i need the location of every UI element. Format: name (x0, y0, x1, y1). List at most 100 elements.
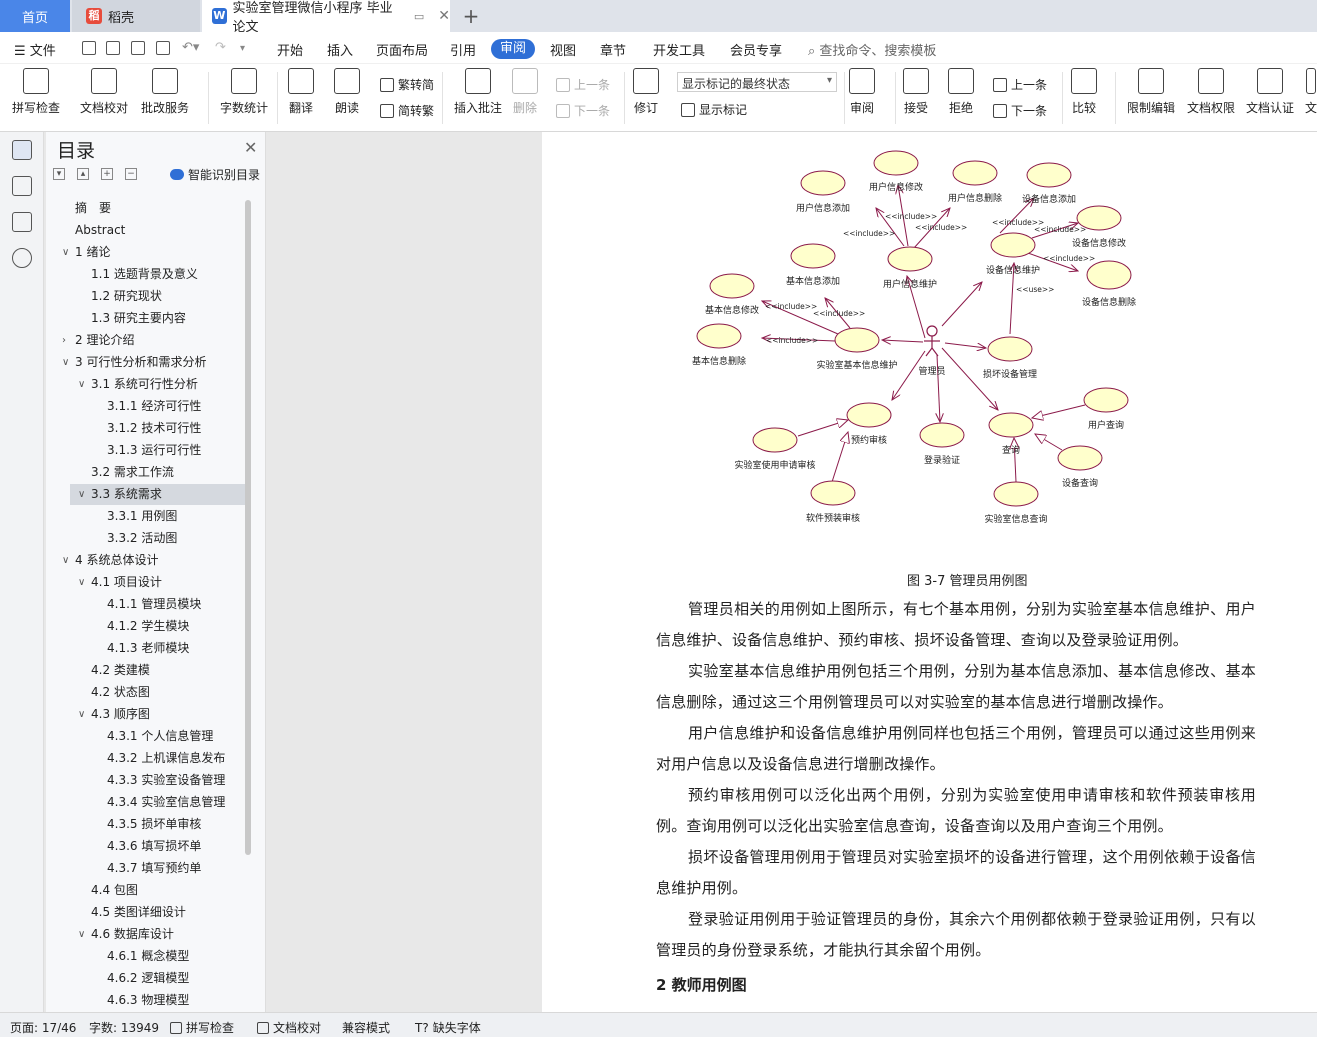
next-comment-button[interactable]: 下一条 (556, 102, 610, 119)
chevron-down-icon[interactable]: ∨ (78, 484, 88, 505)
toc-item[interactable]: ∨ 3.3 系统需求 (70, 484, 245, 505)
menu-member[interactable]: 会员专享 (730, 40, 782, 59)
toc-item[interactable]: 3.1.2 技术可行性 (46, 418, 245, 439)
toc-item[interactable]: 3.3.2 活动图 (46, 528, 245, 549)
toc-item[interactable]: 3.3.1 用例图 (46, 506, 245, 527)
spell-check-button[interactable]: 拼写检查 (12, 68, 60, 116)
command-search[interactable]: ⌕ 查找命令、搜索模板 (808, 40, 936, 59)
track-changes-button[interactable]: 修订 (633, 68, 659, 116)
remove-heading-icon[interactable]: − (125, 168, 137, 180)
toc-item[interactable]: ∨ 3 可行性分析和需求分析 (46, 352, 245, 373)
toc-item[interactable]: 4.2 类建模 (46, 660, 245, 681)
translate-button[interactable]: 翻译 (288, 68, 314, 116)
proofread-button[interactable]: 文档校对 (80, 68, 128, 116)
toc-item[interactable]: 3.2 需求工作流 (46, 462, 245, 483)
toc-item[interactable]: 4.6.3 物理模型 (46, 990, 245, 1011)
show-markup-button[interactable]: 显示标记 (681, 101, 747, 118)
menu-dev-tools[interactable]: 开发工具 (653, 40, 705, 59)
tab-home[interactable]: 首页 (0, 0, 70, 32)
close-icon[interactable]: ✕ (244, 138, 257, 157)
toc-item[interactable]: 4.3.2 上机课信息发布 (46, 748, 245, 769)
search-icon[interactable] (12, 248, 32, 268)
toc-item[interactable]: 4.2 状态图 (46, 682, 245, 703)
outline-icon[interactable] (12, 140, 32, 160)
menu-insert[interactable]: 插入 (327, 40, 353, 59)
toc-item[interactable]: ∨ 4.6 数据库设计 (46, 924, 245, 945)
toc-item[interactable]: 摘 要 (46, 198, 245, 219)
redo-icon[interactable]: ↷ (215, 40, 226, 55)
toc-item[interactable]: 4.1.3 老师模块 (46, 638, 245, 659)
undo-icon[interactable]: ↶▾ (182, 40, 199, 55)
menu-start[interactable]: 开始 (277, 40, 303, 59)
toc-item[interactable]: 3.1.3 运行可行性 (46, 440, 245, 461)
toc-item[interactable]: 4.3.1 个人信息管理 (46, 726, 245, 747)
toc-item[interactable]: ∨ 3.1 系统可行性分析 (46, 374, 245, 395)
tab-docer[interactable]: 稻 稻壳 (72, 0, 200, 32)
word-count[interactable]: 字数: 13949 (89, 1019, 159, 1036)
toc-item[interactable]: 4.1.1 管理员模块 (46, 594, 245, 615)
compare-button[interactable]: 比较 (1071, 68, 1097, 116)
chevron-down-icon[interactable]: ∨ (62, 550, 72, 571)
toc-item[interactable]: 4.6.2 逻辑模型 (46, 968, 245, 989)
chevron-down-icon[interactable]: ∨ (78, 924, 88, 945)
prev-change-button[interactable]: 上一条 (993, 76, 1047, 93)
menu-review[interactable]: 审阅 (491, 39, 535, 59)
toc-item[interactable]: ∨ 4.3 顺序图 (46, 704, 245, 725)
tab-document[interactable]: W 实验室管理微信小程序 毕业论文 ▭ ✕ (202, 0, 450, 35)
chapter-nav-icon[interactable] (12, 176, 32, 196)
chevron-down-icon[interactable]: ∨ (78, 704, 88, 725)
prev-comment-button[interactable]: 上一条 (556, 76, 610, 93)
word-count-button[interactable]: 字数统计 (220, 68, 268, 116)
toc-item[interactable]: Abstract (46, 220, 245, 241)
toc-item[interactable]: 1.3 研究主要内容 (46, 308, 245, 329)
read-aloud-button[interactable]: 朗读 (334, 68, 360, 116)
more-ribbon-button[interactable]: 文 (1305, 68, 1317, 116)
outline-scrollbar[interactable] (245, 200, 251, 855)
insert-comment-button[interactable]: 插入批注 (454, 68, 502, 116)
format-painter-icon[interactable] (106, 41, 120, 55)
monitor-icon[interactable]: ▭ (414, 10, 424, 23)
menu-references[interactable]: 引用 (450, 40, 476, 59)
menu-page-layout[interactable]: 页面布局 (376, 40, 428, 59)
toc-item[interactable]: 1.1 选题背景及意义 (46, 264, 245, 285)
review-pane-button[interactable]: 审阅 (849, 68, 875, 116)
add-heading-icon[interactable]: + (101, 168, 113, 180)
toc-item[interactable]: 4.3.3 实验室设备管理 (46, 770, 245, 791)
print-icon[interactable] (131, 41, 145, 55)
doc-cert-button[interactable]: 文档认证 (1246, 68, 1294, 116)
doc-permission-button[interactable]: 文档权限 (1187, 68, 1235, 116)
print-preview-icon[interactable] (156, 41, 170, 55)
delete-comment-button[interactable]: 删除 (512, 68, 538, 116)
smart-toc-button[interactable]: 智能识别目录 (170, 166, 260, 183)
toc-item[interactable]: 4.6.1 概念模型 (46, 946, 245, 967)
toc-item[interactable]: 3.1.1 经济可行性 (46, 396, 245, 417)
new-tab-button[interactable]: + (460, 4, 482, 28)
body-text[interactable]: 管理员相关的用例如上图所示，有七个基本用例，分别为实验室基本信息维护、用户信息维… (656, 594, 1256, 966)
chevron-right-icon[interactable]: › (62, 330, 72, 351)
toc-item[interactable]: 4.5 类图详细设计 (46, 902, 245, 923)
menu-view[interactable]: 视图 (550, 40, 576, 59)
toc-item[interactable]: ∨ 4 系统总体设计 (46, 550, 245, 571)
toc-item[interactable]: ∨ 4.1 项目设计 (46, 572, 245, 593)
reject-button[interactable]: 拒绝 (948, 68, 974, 116)
toc-item[interactable]: 4.3.4 实验室信息管理 (46, 792, 245, 813)
markup-state-select[interactable]: 显示标记的最终状态 ▾ (677, 72, 837, 92)
save-icon[interactable] (82, 41, 96, 55)
toc-item[interactable]: 4.3.5 损坏单审核 (46, 814, 245, 835)
collapse-up-icon[interactable]: ▴ (77, 168, 89, 180)
toc-item[interactable]: 4.1.2 学生模块 (46, 616, 245, 637)
chevron-down-icon[interactable]: ∨ (78, 374, 88, 395)
page-indicator[interactable]: 页面: 17/46 (10, 1019, 76, 1036)
customize-icon[interactable]: ▾ (240, 43, 245, 54)
expand-down-icon[interactable]: ▾ (53, 168, 65, 180)
toc-item[interactable]: 4.3.7 填写预约单 (46, 858, 245, 879)
toc-item[interactable]: 4.4 包图 (46, 880, 245, 901)
status-spell-check[interactable]: 拼写检查 (170, 1019, 234, 1036)
menu-chapter[interactable]: 章节 (600, 40, 626, 59)
simp-to-trad-button[interactable]: 简转繁 (380, 102, 434, 119)
toc-item[interactable]: 1.2 研究现状 (46, 286, 245, 307)
toc-item[interactable]: › 2 理论介绍 (46, 330, 245, 351)
bookmark-icon[interactable] (12, 212, 32, 232)
toc-item[interactable]: 4.3.6 填写损坏单 (46, 836, 245, 857)
accept-button[interactable]: 接受 (903, 68, 929, 116)
